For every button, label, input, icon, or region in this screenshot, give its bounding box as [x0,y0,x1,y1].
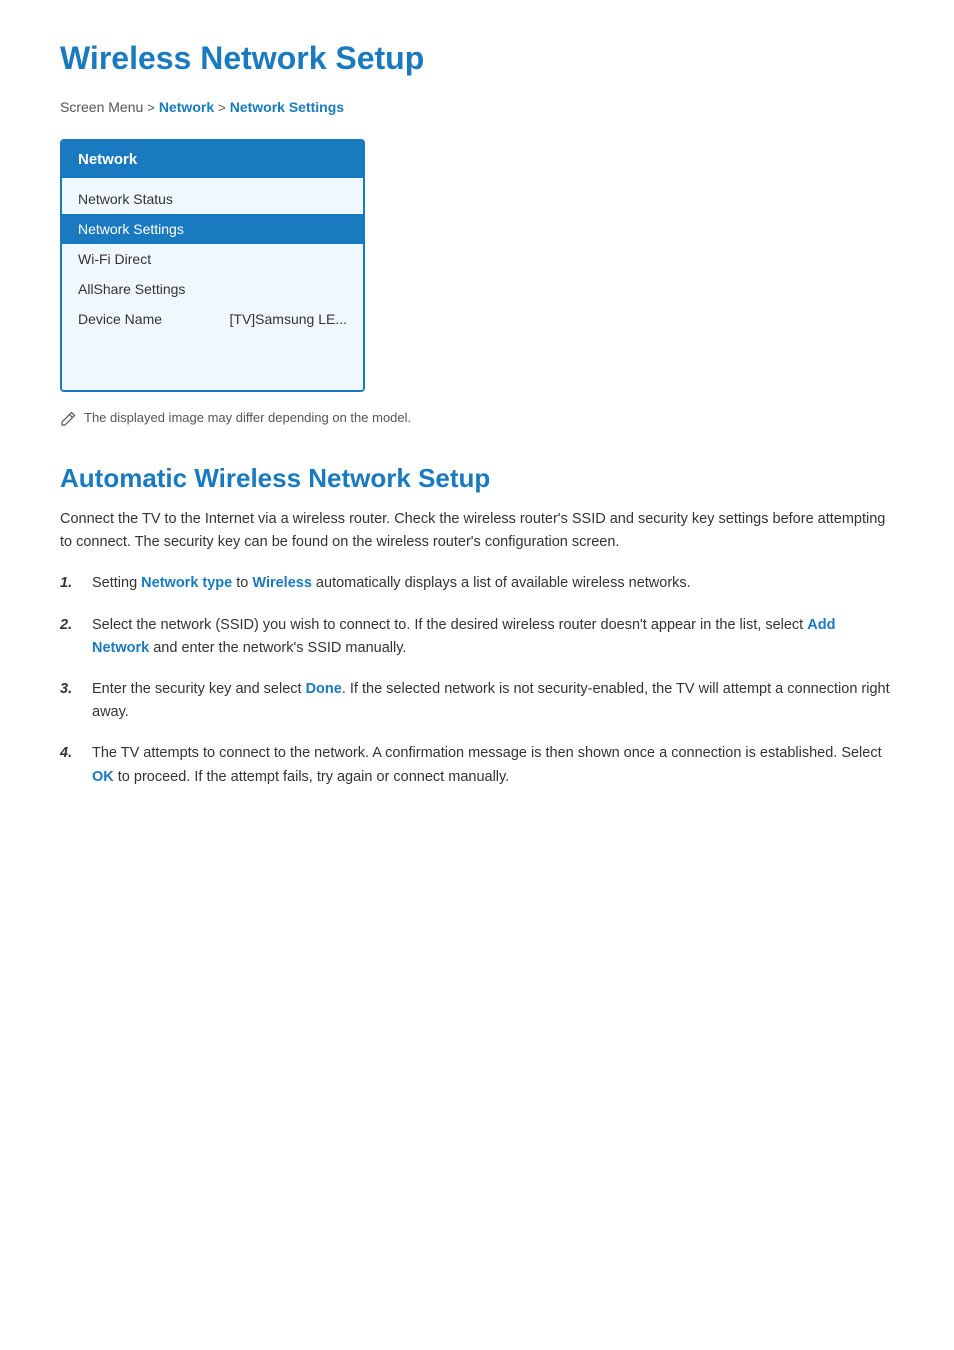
highlight-add-network: Add Network [92,617,835,656]
step-2-text: Select the network (SSID) you wish to co… [92,614,894,660]
step-4: 4. The TV attempts to connect to the net… [60,742,894,788]
step-3: 3. Enter the security key and select Don… [60,678,894,724]
step-4-text: The TV attempts to connect to the networ… [92,742,894,788]
breadcrumb-separator-1: > [147,100,155,115]
highlight-wireless: Wireless [252,575,312,591]
breadcrumb: Screen Menu > Network > Network Settings [60,99,894,115]
step-1: 1. Setting Network type to Wireless auto… [60,572,894,595]
breadcrumb-network-settings[interactable]: Network Settings [230,99,344,115]
network-panel: Network Network Status Network Settings … [60,139,365,392]
highlight-done: Done [306,681,342,697]
note-text: The displayed image may differ depending… [84,410,411,425]
note-line: The displayed image may differ depending… [60,410,894,427]
steps-list: 1. Setting Network type to Wireless auto… [60,572,894,788]
panel-spacer [62,334,363,384]
step-1-number: 1. [60,572,78,595]
highlight-network-type: Network type [141,575,232,591]
menu-item-network-settings[interactable]: Network Settings [62,214,363,244]
highlight-ok: OK [92,769,114,785]
page-title: Wireless Network Setup [60,40,894,77]
breadcrumb-screen-menu: Screen Menu [60,99,143,115]
menu-item-device-name[interactable]: Device Name [TV]Samsung LE... [62,304,363,334]
step-2-number: 2. [60,614,78,660]
step-3-text: Enter the security key and select Done. … [92,678,894,724]
section-automatic-title: Automatic Wireless Network Setup [60,463,894,494]
step-3-number: 3. [60,678,78,724]
device-name-value: [TV]Samsung LE... [230,311,348,327]
device-name-label: Device Name [78,311,162,327]
menu-item-wifi-direct[interactable]: Wi-Fi Direct [62,244,363,274]
breadcrumb-network[interactable]: Network [159,99,214,115]
section-intro-text: Connect the TV to the Internet via a wir… [60,508,894,554]
pencil-icon [60,411,76,427]
step-2: 2. Select the network (SSID) you wish to… [60,614,894,660]
menu-item-allshare-settings[interactable]: AllShare Settings [62,274,363,304]
panel-header: Network [62,141,363,178]
breadcrumb-separator-2: > [218,100,226,115]
step-1-text: Setting Network type to Wireless automat… [92,572,894,595]
panel-body: Network Status Network Settings Wi-Fi Di… [62,178,363,390]
menu-item-network-status[interactable]: Network Status [62,184,363,214]
step-4-number: 4. [60,742,78,788]
